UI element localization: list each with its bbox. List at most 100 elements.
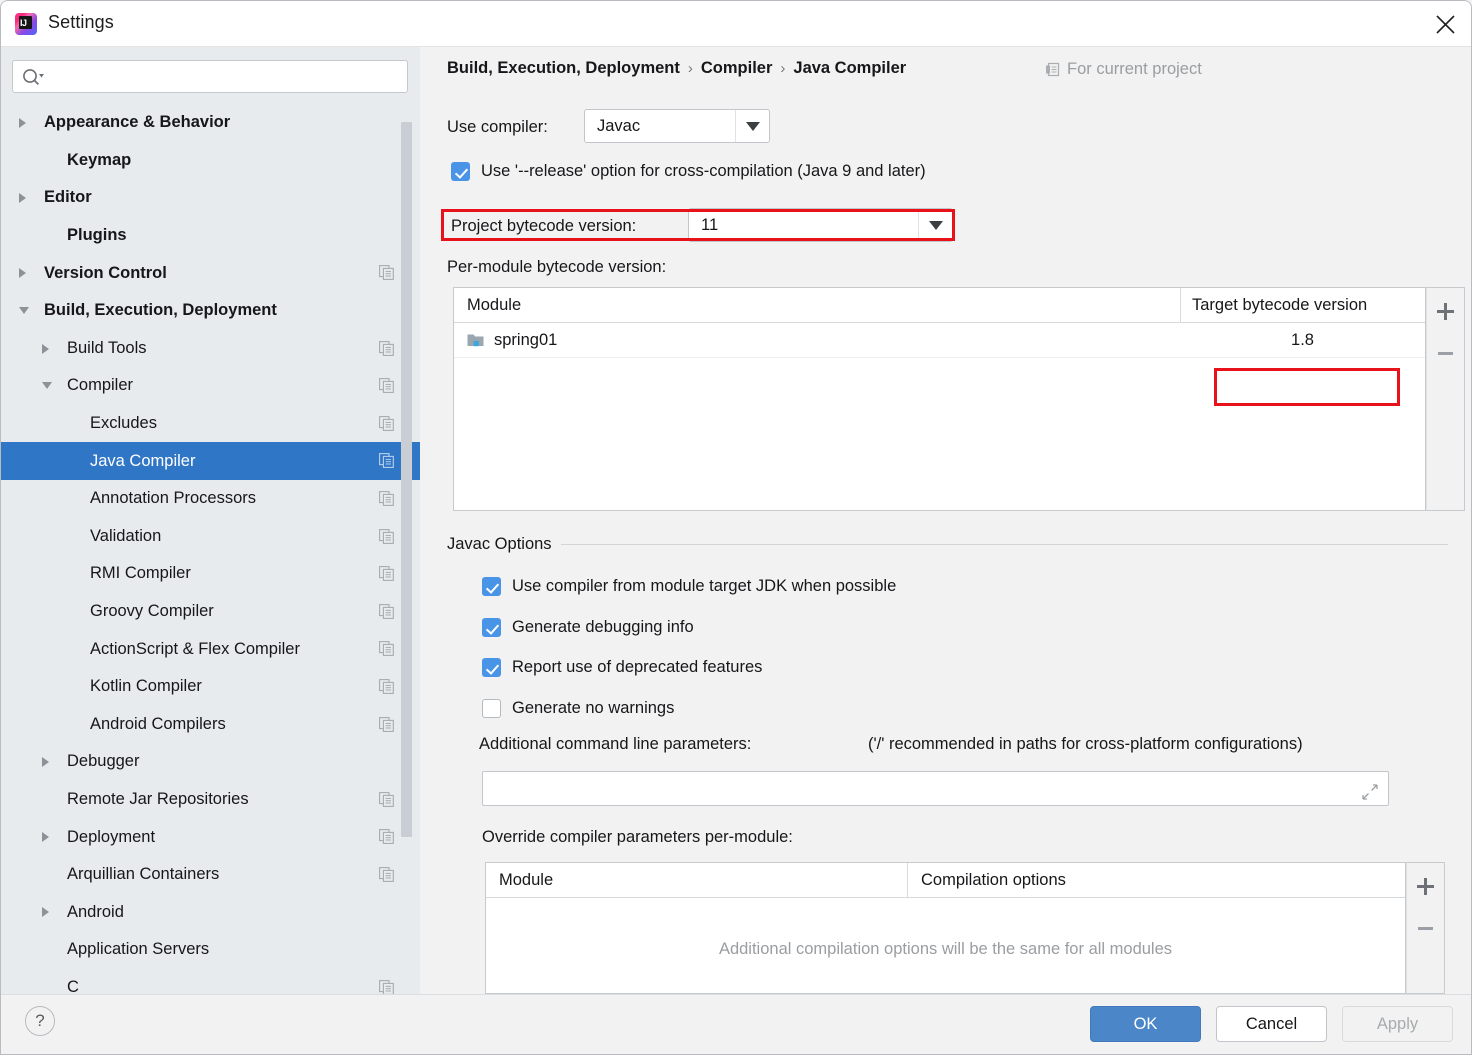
module-bytecode-table-header: Module Target bytecode version	[454, 288, 1425, 323]
javac-option-row-1[interactable]: Generate debugging info	[482, 618, 694, 637]
sidebar-item-plugins[interactable]: Plugins	[1, 217, 420, 255]
ok-button[interactable]: OK	[1090, 1006, 1201, 1042]
sidebar-item-build-tools[interactable]: Build Tools	[1, 330, 420, 368]
javac-option-row-0[interactable]: Use compiler from module target JDK when…	[482, 577, 896, 596]
sidebar-item-editor[interactable]: Editor	[1, 179, 420, 217]
chevron-right-icon[interactable]	[42, 832, 49, 843]
release-option-checkbox-row[interactable]: Use '--release' option for cross-compila…	[451, 162, 926, 181]
sidebar-item-version-control[interactable]: Version Control	[1, 254, 420, 292]
copy-settings-icon[interactable]	[379, 453, 394, 469]
sidebar-item-actionscript-flex-compiler[interactable]: ActionScript & Flex Compiler	[1, 630, 420, 668]
sidebar-item-deployment[interactable]: Deployment	[1, 818, 420, 856]
chevron-right-icon[interactable]	[42, 757, 49, 768]
use-compiler-select[interactable]: Javac	[584, 109, 770, 143]
sidebar-item-label: Java Compiler	[90, 451, 196, 470]
chevron-down-icon[interactable]	[42, 382, 52, 390]
close-button[interactable]	[1417, 1, 1471, 46]
project-bytecode-value: 11	[701, 215, 719, 234]
help-button[interactable]: ?	[25, 1006, 55, 1036]
sidebar-item-validation[interactable]: Validation	[1, 518, 420, 556]
sidebar-item-java-compiler[interactable]: Java Compiler	[1, 442, 420, 480]
cell-module[interactable]: spring01	[454, 323, 1180, 357]
copy-settings-icon[interactable]	[379, 866, 394, 882]
module-bytecode-table[interactable]: Module Target bytecode version spring01 …	[453, 287, 1426, 511]
module-table-toolbar	[1426, 287, 1465, 511]
chevron-right-icon[interactable]	[19, 118, 26, 128]
sidebar-item-debugger[interactable]: Debugger	[1, 743, 420, 781]
chevron-down-icon	[735, 110, 769, 142]
javac-option-row-3[interactable]: Generate no warnings	[482, 699, 674, 718]
cancel-button[interactable]: Cancel	[1216, 1006, 1327, 1042]
copy-settings-icon[interactable]	[379, 490, 394, 506]
chevron-right-icon[interactable]	[42, 343, 49, 354]
sidebar-item-build-execution-deployment[interactable]: Build, Execution, Deployment	[1, 292, 420, 330]
copy-settings-icon[interactable]	[379, 641, 394, 657]
copy-settings-icon[interactable]	[379, 528, 394, 544]
sidebar-item-appearance-behavior[interactable]: Appearance & Behavior	[1, 104, 420, 142]
generate-debugging-info-checkbox[interactable]	[482, 618, 501, 637]
generate-no-warnings-checkbox[interactable]	[482, 699, 501, 718]
sidebar-item-arquillian-containers[interactable]: Arquillian Containers	[1, 856, 420, 894]
sidebar-item-rmi-compiler[interactable]: RMI Compiler	[1, 555, 420, 593]
column-header-override-module[interactable]: Module	[486, 863, 907, 897]
use-target-jdk-checkbox[interactable]	[482, 577, 501, 596]
release-option-checkbox[interactable]	[451, 162, 470, 181]
sidebar-item-remote-jar-repositories[interactable]: Remote Jar Repositories	[1, 781, 420, 819]
expand-icon[interactable]	[1362, 784, 1378, 805]
copy-settings-icon[interactable]	[379, 603, 394, 619]
chevron-down-icon[interactable]	[19, 306, 29, 314]
cell-target-bytecode[interactable]: 1.8	[1180, 323, 1425, 357]
sidebar-scrollbar[interactable]	[401, 122, 412, 837]
sidebar-item-kotlin-compiler[interactable]: Kotlin Compiler	[1, 668, 420, 706]
search-input[interactable]	[53, 61, 405, 94]
breadcrumb-part-1[interactable]: Build, Execution, Deployment	[447, 59, 680, 78]
sidebar-item-android[interactable]: Android	[1, 893, 420, 931]
copy-settings-icon[interactable]	[379, 566, 394, 582]
column-header-module[interactable]: Module	[454, 288, 1180, 322]
column-header-target-bytecode[interactable]: Target bytecode version	[1180, 288, 1425, 322]
copy-settings-icon[interactable]	[379, 415, 394, 431]
copy-settings-icon[interactable]	[379, 265, 394, 281]
additional-params-field[interactable]	[482, 771, 1389, 806]
add-module-button[interactable]	[1427, 294, 1464, 328]
sidebar-item-groovy-compiler[interactable]: Groovy Compiler	[1, 593, 420, 631]
settings-sidebar: Appearance & Behavior Keymap Editor Plugins…	[1, 47, 420, 994]
sidebar-item-label: Validation	[90, 526, 162, 545]
override-params-table[interactable]: Module Compilation options Additional co…	[485, 862, 1406, 994]
javac-option-row-2[interactable]: Report use of deprecated features	[482, 658, 762, 677]
window-title: Settings	[48, 12, 114, 32]
search-field[interactable]	[12, 60, 408, 94]
apply-button[interactable]: Apply	[1342, 1006, 1453, 1042]
copy-settings-icon[interactable]	[379, 716, 394, 732]
settings-tree[interactable]: Appearance & Behavior Keymap Editor Plugins…	[1, 104, 420, 994]
copy-settings-icon[interactable]	[379, 979, 394, 994]
sidebar-item-annotation-processors[interactable]: Annotation Processors	[1, 480, 420, 518]
sidebar-item-label: Build Tools	[67, 338, 147, 357]
column-header-compilation-options[interactable]: Compilation options	[907, 863, 1405, 897]
copy-settings-icon[interactable]	[379, 829, 394, 845]
sidebar-item-android-compilers[interactable]: Android Compilers	[1, 706, 420, 744]
copy-settings-icon[interactable]	[379, 678, 394, 694]
sidebar-item-keymap[interactable]: Keymap	[1, 142, 420, 180]
sidebar-item-application-servers[interactable]: Application Servers	[1, 931, 420, 969]
copy-settings-icon[interactable]	[379, 791, 394, 807]
project-bytecode-select[interactable]: 11	[688, 208, 953, 242]
plus-icon	[1417, 877, 1434, 895]
minus-icon	[1438, 351, 1453, 355]
sidebar-item-compiler[interactable]: Compiler	[1, 367, 420, 405]
sidebar-item-excludes[interactable]: Excludes	[1, 405, 420, 443]
chevron-right-icon[interactable]	[19, 268, 26, 279]
add-override-button[interactable]	[1407, 869, 1444, 903]
copy-settings-icon[interactable]	[379, 378, 394, 394]
sidebar-item-c[interactable]: C	[1, 969, 420, 994]
report-deprecated-checkbox[interactable]	[482, 658, 501, 677]
remove-override-button[interactable]	[1407, 911, 1444, 945]
chevron-right-icon[interactable]	[19, 193, 26, 204]
table-row[interactable]: spring01 1.8	[454, 323, 1425, 358]
copy-settings-icon[interactable]	[379, 340, 394, 356]
chevron-right-icon[interactable]	[42, 907, 49, 918]
remove-module-button[interactable]	[1427, 336, 1464, 370]
minus-icon	[1418, 926, 1433, 930]
breadcrumb-part-2[interactable]: Compiler	[701, 59, 773, 78]
sidebar-item-label: Annotation Processors	[90, 489, 257, 508]
